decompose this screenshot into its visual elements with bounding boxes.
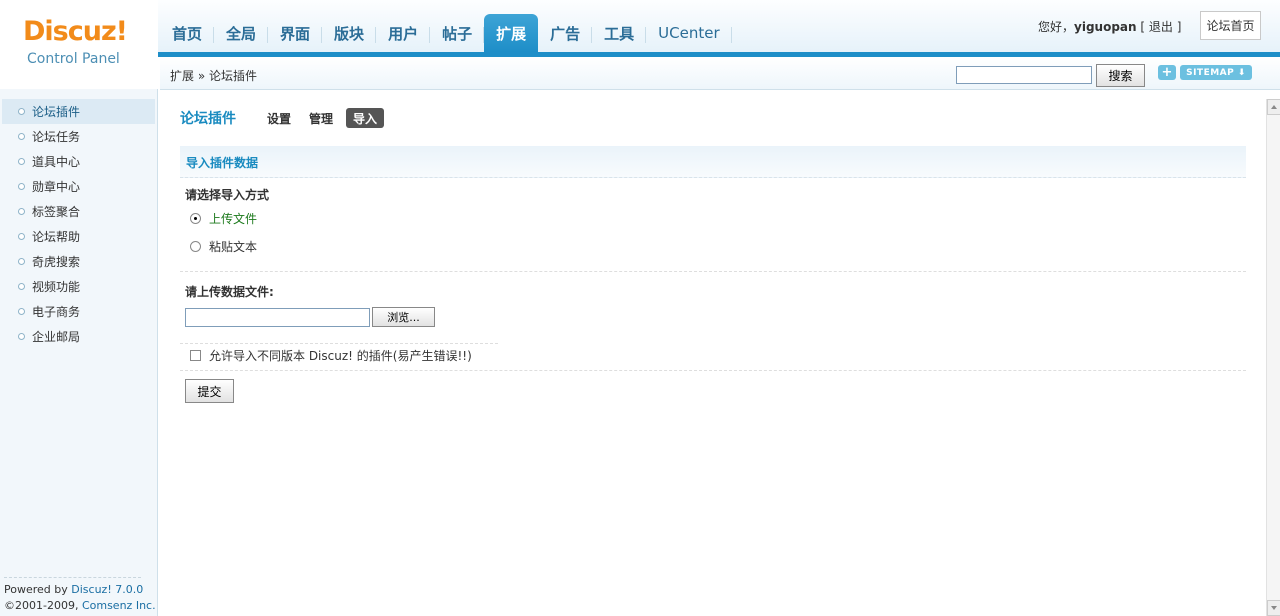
sidebar-item-label: 视频功能	[32, 280, 81, 294]
file-path-input[interactable]	[185, 308, 370, 327]
option-paste[interactable]: 粘贴文本	[190, 238, 257, 255]
divider	[180, 370, 1246, 371]
nav-global[interactable]: 全局	[214, 14, 269, 52]
bullet-icon	[18, 283, 25, 290]
main-nav: 首页 全局 界面 版块 用户 帖子 扩展 广告 工具 UCenter	[160, 14, 733, 52]
radio-paste[interactable]	[190, 241, 201, 252]
bullet-icon	[18, 183, 25, 190]
sidebar-item-label: 论坛帮助	[32, 230, 81, 244]
section-header: 导入插件数据	[180, 146, 1246, 178]
sidebar-item-label: 论坛插件	[32, 105, 81, 119]
scroll-down-icon[interactable]	[1267, 600, 1280, 616]
allow-version-option[interactable]: 允许导入不同版本 Discuz! 的插件(易产生错误!!)	[190, 347, 472, 364]
bullet-icon	[18, 233, 25, 240]
footer: Powered by Discuz! 7.0.0 ©2001-2009, Com…	[4, 582, 156, 614]
bullet-icon	[18, 333, 25, 340]
sidebar-item-label: 道具中心	[32, 155, 81, 169]
sitemap-button[interactable]: SITEMAP ⬇	[1180, 65, 1252, 80]
import-method-label: 请选择导入方式	[185, 188, 270, 202]
scroll-up-icon[interactable]	[1267, 99, 1280, 115]
sidebar-item-qihoo[interactable]: 奇虎搜索	[2, 249, 155, 274]
sidebar-item-label: 论坛任务	[32, 130, 81, 144]
upload-file-label: 请上传数据文件:	[185, 285, 274, 299]
user-info: 您好，yiguopan [ 退出 ]	[1038, 18, 1181, 35]
footer-brand-link[interactable]: Discuz! 7.0.0	[71, 583, 143, 596]
bullet-icon	[18, 158, 25, 165]
add-shortcut-button[interactable]: +	[1158, 65, 1176, 80]
divider	[180, 271, 1246, 272]
allow-version-label: 允许导入不同版本 Discuz! 的插件(易产生错误!!)	[209, 349, 472, 363]
nav-forums[interactable]: 版块	[322, 14, 377, 52]
tab-settings[interactable]: 设置	[267, 108, 291, 128]
nav-posts[interactable]: 帖子	[430, 14, 485, 52]
tab-manage[interactable]: 管理	[309, 108, 333, 128]
option-upload-label: 上传文件	[209, 212, 258, 226]
divider	[180, 343, 498, 344]
page-title: 论坛插件	[180, 111, 236, 127]
sidebar-item-medals[interactable]: 勋章中心	[2, 174, 155, 199]
submit-button[interactable]: 提交	[185, 379, 234, 403]
logo-subtitle: Control Panel	[27, 51, 120, 67]
footer-company-link[interactable]: Comsenz Inc.	[82, 599, 156, 612]
bullet-icon	[18, 308, 25, 315]
main-content: 论坛插件 设置 管理 导入 导入插件数据 请选择导入方式 上传文件 粘贴文本 请…	[160, 91, 1266, 616]
bullet-icon	[18, 108, 25, 115]
nav-ucenter[interactable]: UCenter	[646, 14, 733, 52]
logo: Discuz! Control Panel	[0, 0, 158, 89]
nav-ads[interactable]: 广告	[538, 14, 593, 52]
bullet-icon	[18, 258, 25, 265]
sub-bar: 扩展 » 论坛插件 搜索 + SITEMAP ⬇	[160, 57, 1280, 90]
nav-home[interactable]: 首页	[160, 14, 215, 52]
tab-import[interactable]: 导入	[346, 108, 385, 128]
breadcrumb: 扩展 » 论坛插件	[170, 69, 257, 83]
section-title: 导入插件数据	[186, 156, 259, 170]
user-greeting: 您好，	[1038, 20, 1075, 34]
forum-home-button[interactable]: 论坛首页	[1200, 11, 1261, 40]
sidebar-item-video[interactable]: 视频功能	[2, 274, 155, 299]
sidebar-item-tags[interactable]: 标签聚合	[2, 199, 155, 224]
nav-users[interactable]: 用户	[376, 14, 431, 52]
sidebar-item-label: 奇虎搜索	[32, 255, 81, 269]
user-name: yiguopan	[1074, 20, 1137, 34]
option-upload[interactable]: 上传文件	[190, 210, 257, 227]
search-button[interactable]: 搜索	[1096, 64, 1145, 87]
browse-button[interactable]: 浏览...	[372, 307, 435, 327]
allow-version-checkbox[interactable]	[190, 350, 201, 361]
sidebar-item-label: 电子商务	[32, 305, 81, 319]
sidebar-item-tasks[interactable]: 论坛任务	[2, 124, 155, 149]
footer-copyright: ©2001-2009,	[4, 599, 82, 612]
sidebar-item-label: 标签聚合	[32, 205, 81, 219]
option-paste-label: 粘贴文本	[209, 240, 258, 254]
sidebar-menu: 论坛插件 论坛任务 道具中心 勋章中心 标签聚合 论坛帮助 奇虎搜索 视频功能 …	[2, 99, 155, 349]
footer-divider	[4, 577, 141, 578]
logo-brand: Discuz!	[23, 16, 128, 47]
bullet-icon	[18, 133, 25, 140]
footer-powered: Powered by	[4, 583, 72, 596]
vertical-scrollbar[interactable]	[1266, 99, 1280, 616]
sidebar-item-label: 勋章中心	[32, 180, 81, 194]
nav-tools[interactable]: 工具	[592, 14, 647, 52]
sidebar-item-label: 企业邮局	[32, 330, 81, 344]
sidebar-item-ecommerce[interactable]: 电子商务	[2, 299, 155, 324]
logout-link[interactable]: [ 退出 ]	[1140, 20, 1181, 34]
nav-extensions[interactable]: 扩展	[484, 14, 539, 52]
radio-upload[interactable]	[190, 213, 201, 224]
sidebar: 论坛插件 论坛任务 道具中心 勋章中心 标签聚合 论坛帮助 奇虎搜索 视频功能 …	[0, 89, 158, 616]
sidebar-item-mail[interactable]: 企业邮局	[2, 324, 155, 349]
sidebar-item-magic[interactable]: 道具中心	[2, 149, 155, 174]
bullet-icon	[18, 208, 25, 215]
nav-interface[interactable]: 界面	[268, 14, 323, 52]
sidebar-item-plugins[interactable]: 论坛插件	[2, 99, 155, 124]
search-input[interactable]	[956, 66, 1092, 84]
sidebar-item-help[interactable]: 论坛帮助	[2, 224, 155, 249]
